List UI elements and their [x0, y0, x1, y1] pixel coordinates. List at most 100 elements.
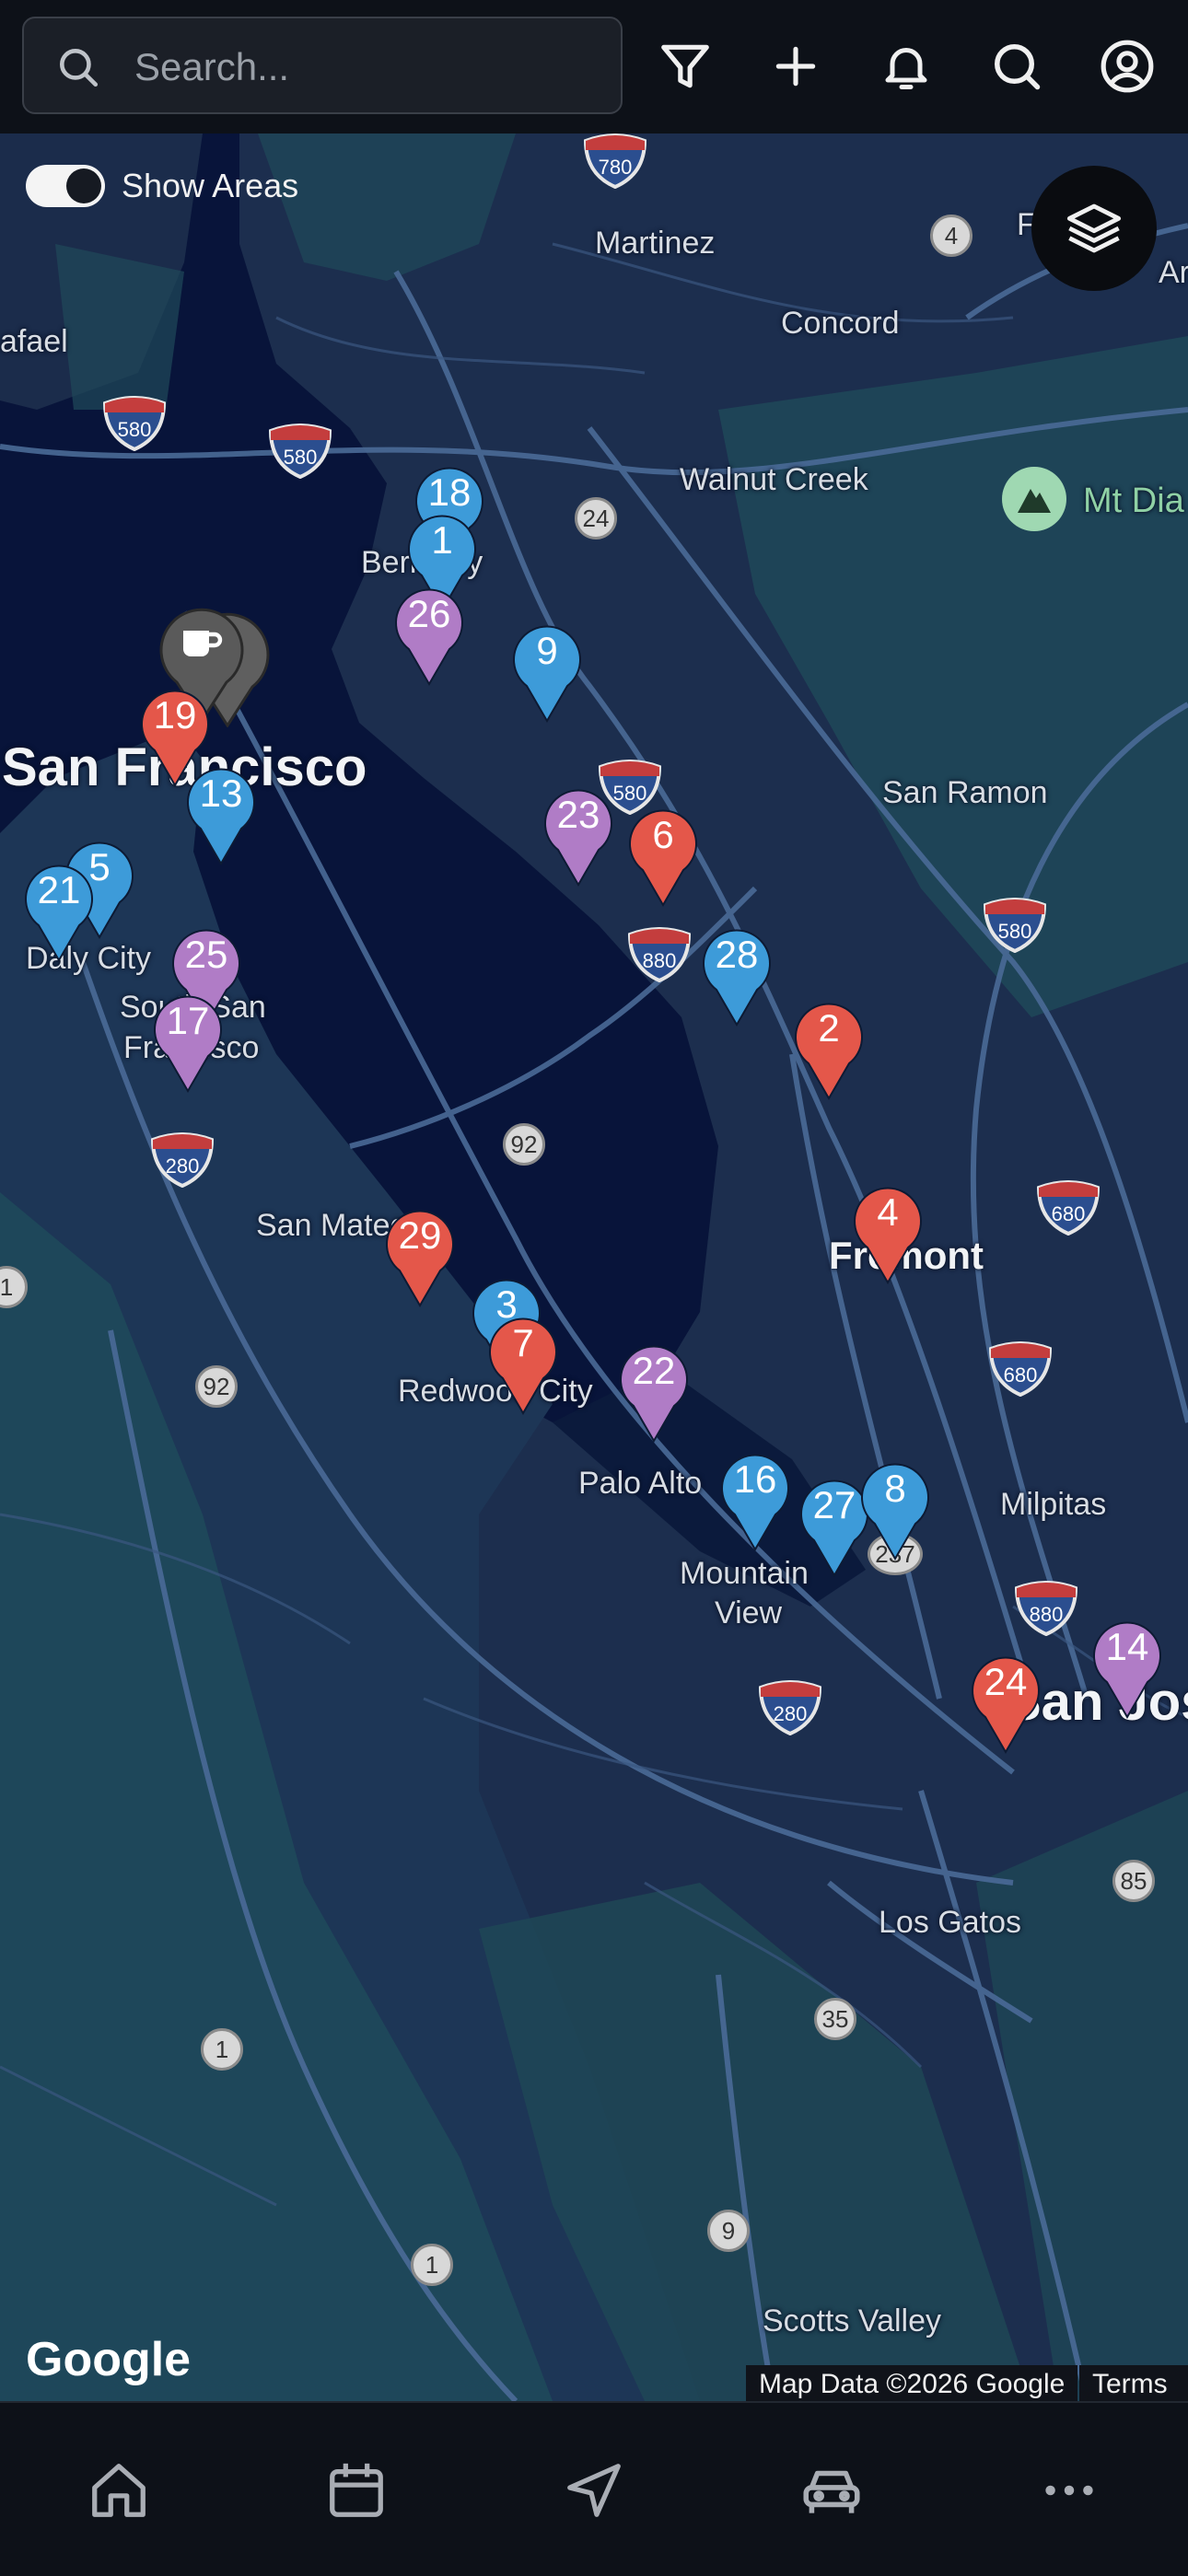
show-areas-control: Show Areas [26, 163, 298, 209]
map-pin-24[interactable]: 24 [971, 1653, 1041, 1754]
map-attribution: Map Data ©2026 Google [746, 2365, 1078, 2401]
map-view[interactable]: Martinez Concord Walnut Creek Mt Dia Ber… [0, 133, 1188, 2401]
nav-vehicle[interactable] [790, 2449, 873, 2532]
map-pin-17[interactable]: 17 [153, 992, 223, 1093]
route-marker: 92 [503, 1123, 545, 1166]
map-pin-13[interactable]: 13 [186, 764, 256, 865]
pin-number: 13 [199, 772, 243, 815]
nav-navigate[interactable] [553, 2449, 635, 2532]
search-input[interactable] [133, 39, 597, 96]
park-marker[interactable] [1002, 467, 1066, 531]
map-pin-29[interactable]: 29 [385, 1206, 455, 1307]
pin-number: 28 [715, 933, 759, 976]
map-pin-21[interactable]: 21 [24, 861, 94, 962]
pin-number: 26 [407, 592, 451, 635]
place-label: Walnut Creek [680, 462, 868, 497]
nav-calendar[interactable] [315, 2449, 398, 2532]
interstate-shield: 680 [987, 1341, 1054, 1398]
svg-text:280: 280 [166, 1155, 200, 1178]
calendar-icon [330, 2463, 383, 2517]
pin-number: 24 [984, 1660, 1028, 1703]
car-icon [803, 2470, 860, 2513]
svg-text:580: 580 [118, 418, 152, 441]
home-icon [92, 2464, 146, 2517]
pin-number: 29 [398, 1213, 442, 1257]
profile-button[interactable] [1089, 28, 1166, 105]
interstate-shield: 280 [149, 1132, 215, 1189]
coffee-cup-icon [183, 631, 223, 656]
svg-text:280: 280 [774, 1702, 808, 1725]
place-label: San Ramon [882, 775, 1048, 810]
route-marker: 1 [411, 2244, 453, 2286]
pin-number: 1 [431, 518, 453, 562]
map-pin-8[interactable]: 8 [860, 1459, 930, 1561]
pin-number: 9 [536, 629, 558, 672]
map-pin-2[interactable]: 2 [794, 999, 864, 1100]
pin-number: 4 [877, 1190, 899, 1234]
place-label: Milpitas [1000, 1487, 1107, 1522]
svg-text:580: 580 [284, 446, 318, 469]
map-pin-4[interactable]: 4 [853, 1183, 923, 1284]
map-pin-9[interactable]: 9 [512, 621, 582, 723]
pin-number: 2 [818, 1006, 840, 1050]
search-bar[interactable] [22, 17, 623, 114]
map-pin-6[interactable]: 6 [628, 806, 698, 907]
place-label: Mt Dia [1083, 482, 1184, 520]
pin-number: 7 [512, 1321, 534, 1364]
mountain-icon [1018, 489, 1051, 513]
add-button[interactable] [757, 28, 834, 105]
show-areas-toggle[interactable] [26, 165, 105, 207]
interstate-shield: 880 [626, 927, 693, 983]
map-pin-7[interactable]: 7 [488, 1314, 558, 1415]
interstate-shield: 680 [1035, 1180, 1101, 1236]
nav-more[interactable] [1028, 2449, 1111, 2532]
filter-button[interactable] [646, 28, 724, 105]
bottom-nav [0, 2401, 1188, 2576]
place-label: Scotts Valley [763, 2303, 942, 2338]
filter-icon [661, 44, 709, 88]
map-pin-28[interactable]: 28 [702, 925, 772, 1027]
pin-number: 23 [556, 793, 600, 836]
show-areas-label: Show Areas [122, 167, 299, 204]
google-logo: Google [26, 2333, 192, 2386]
toggle-knob [66, 168, 101, 203]
pin-number: 18 [427, 470, 472, 514]
place-label: Mountain [680, 1556, 809, 1591]
map-pin-26[interactable]: 26 [394, 585, 464, 686]
pin-number: 21 [37, 868, 81, 911]
interstate-shield: 580 [267, 424, 333, 480]
search-icon [995, 44, 1041, 90]
search-button[interactable] [978, 28, 1055, 105]
map-pin-23[interactable]: 23 [543, 785, 613, 887]
map-pin-14[interactable]: 14 [1092, 1618, 1162, 1719]
bell-icon [885, 48, 927, 89]
pin-number: 22 [632, 1349, 676, 1392]
place-label: Palo Alto [578, 1466, 703, 1501]
map-pin-16[interactable]: 16 [720, 1450, 790, 1551]
map-pin-27[interactable]: 27 [799, 1476, 869, 1577]
pin-number: 16 [733, 1457, 777, 1501]
pin-number: 8 [884, 1467, 906, 1510]
interstate-shield: 280 [757, 1680, 823, 1736]
map-base [0, 133, 1188, 2401]
place-label: Concord [781, 306, 900, 341]
interstate-shield: 580 [101, 396, 168, 452]
pin-number: 17 [166, 999, 210, 1042]
svg-text:680: 680 [1052, 1202, 1086, 1225]
route-marker: 35 [814, 1998, 856, 2040]
place-label: Los Gatos [879, 1905, 1021, 1940]
terms-link[interactable]: Terms [1079, 2365, 1188, 2401]
pin-number: 14 [1105, 1625, 1149, 1668]
layers-icon [1066, 203, 1122, 253]
svg-text:580: 580 [998, 920, 1032, 943]
interstate-shield: 880 [1013, 1581, 1079, 1637]
place-label: Ar [1159, 255, 1188, 290]
top-bar [0, 0, 1188, 133]
route-marker: 9 [707, 2210, 750, 2252]
search-icon [60, 49, 99, 87]
nav-home[interactable] [77, 2449, 160, 2532]
map-layers-button[interactable] [1031, 166, 1157, 291]
user-circle-icon [1101, 40, 1154, 93]
notifications-button[interactable] [868, 28, 945, 105]
map-pin-22[interactable]: 22 [619, 1341, 689, 1443]
